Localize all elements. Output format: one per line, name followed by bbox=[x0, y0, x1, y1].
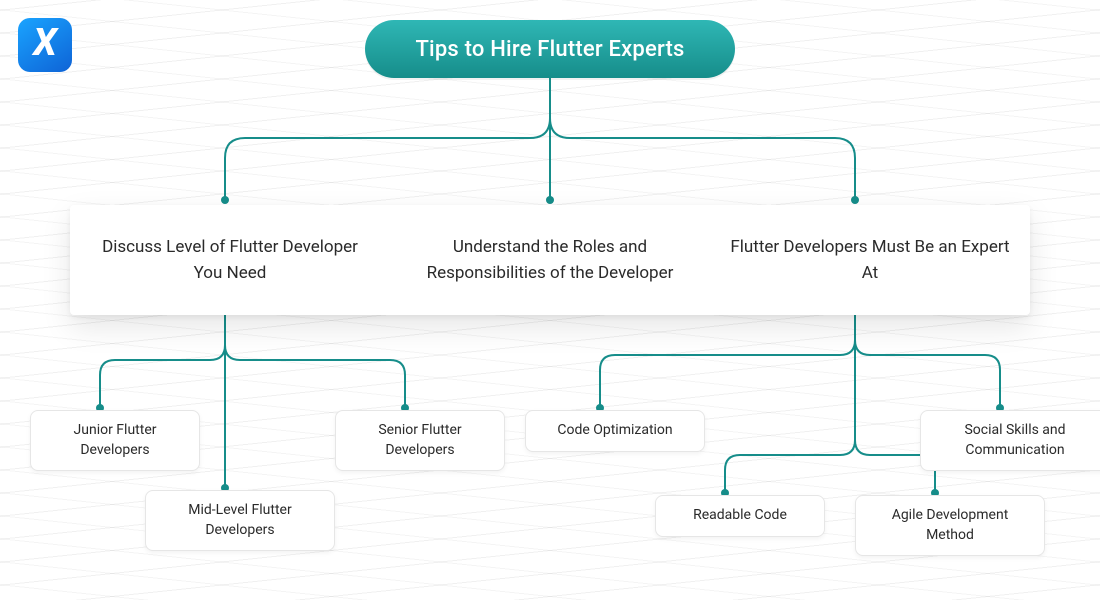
leaf-junior: Junior Flutter Developers bbox=[30, 410, 200, 471]
diagram-title: Tips to Hire Flutter Experts bbox=[365, 20, 735, 78]
brand-logo-letter: X bbox=[33, 24, 56, 62]
leaf-agile: Agile Development Method bbox=[855, 495, 1045, 556]
topic-expert: Flutter Developers Must Be an Expert At bbox=[710, 205, 1030, 315]
topic-level: Discuss Level of Flutter Developer You N… bbox=[70, 205, 390, 315]
main-topics-card: Discuss Level of Flutter Developer You N… bbox=[70, 205, 1030, 315]
leaf-readable: Readable Code bbox=[655, 495, 825, 537]
topic-roles: Understand the Roles and Responsibilitie… bbox=[390, 205, 710, 315]
diagram-stage: X Tips to Hire Flutter Experts bbox=[0, 0, 1100, 600]
leaf-codeopt: Code Optimization bbox=[525, 410, 705, 452]
leaf-mid: Mid-Level Flutter Developers bbox=[145, 490, 335, 551]
brand-logo: X bbox=[18, 18, 72, 72]
leaf-social: Social Skills and Communication bbox=[920, 410, 1100, 471]
leaf-senior: Senior Flutter Developers bbox=[335, 410, 505, 471]
